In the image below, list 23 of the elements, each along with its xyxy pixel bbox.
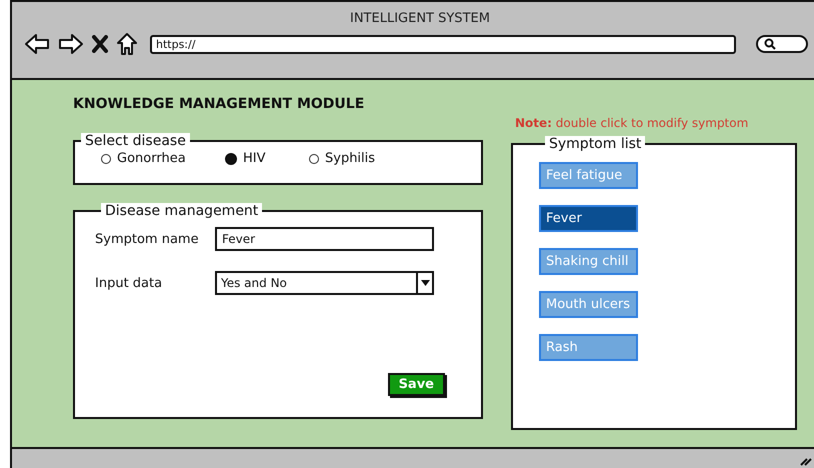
caret-icon xyxy=(420,280,430,286)
back-icon[interactable] xyxy=(24,33,50,55)
field-label: Symptom name xyxy=(95,232,200,246)
input-field[interactable]: Fever xyxy=(215,227,434,251)
forward-icon[interactable] xyxy=(58,33,84,55)
note-text: Note: double click to modify symptom xyxy=(515,116,748,130)
save-button[interactable]: Save xyxy=(388,373,445,396)
search-field[interactable] xyxy=(756,35,808,53)
close-icon[interactable] xyxy=(92,35,108,53)
list-item[interactable]: Fever xyxy=(539,205,638,232)
radio-option[interactable]: Gonorrhea xyxy=(101,151,225,166)
group-title: Symptom list xyxy=(545,136,646,152)
page-heading: KNOWLEDGE MANAGEMENT MODULE xyxy=(73,96,364,112)
home-icon[interactable] xyxy=(116,32,138,56)
dropdown[interactable]: Yes and No xyxy=(215,271,434,295)
group-title: Disease management xyxy=(101,203,262,219)
radio-option[interactable]: HIV xyxy=(225,151,309,166)
resize-grip-icon[interactable] xyxy=(800,456,812,466)
search-icon xyxy=(764,38,776,50)
address-field[interactable]: https:// xyxy=(150,34,736,54)
field-label: Input data xyxy=(95,276,164,290)
radio-option[interactable]: Syphilis xyxy=(309,151,376,166)
window-title: INTELLIGENT SYSTEM xyxy=(350,11,490,26)
